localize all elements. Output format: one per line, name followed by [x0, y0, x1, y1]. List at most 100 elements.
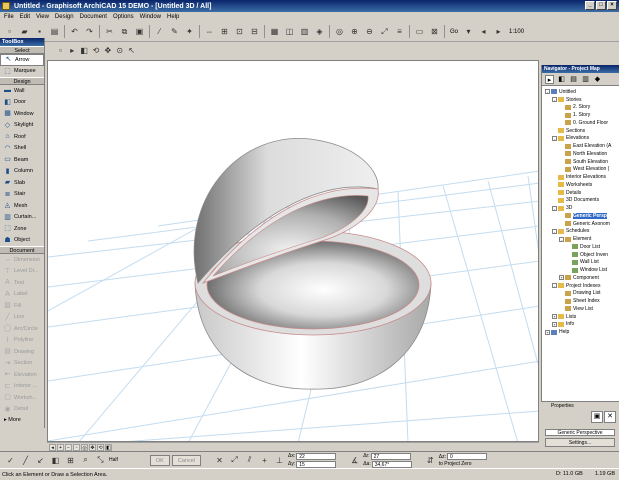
- menu-design[interactable]: Design: [52, 14, 77, 20]
- tree-item[interactable]: + Lists: [542, 313, 619, 321]
- tool-text[interactable]: A Text: [0, 277, 44, 289]
- tool-stair[interactable]: ≣ Stair: [0, 189, 44, 201]
- fit-in-window-icon[interactable]: ⤢: [378, 25, 391, 38]
- tool-curtain-wall[interactable]: ▥ Curtain...: [0, 212, 44, 224]
- tree-item[interactable]: South Elevation: [542, 158, 619, 166]
- properties-header[interactable]: Properties: [541, 401, 619, 409]
- collapse-icon[interactable]: -: [552, 283, 557, 289]
- project-map-tab-icon[interactable]: ▸: [545, 74, 554, 84]
- teamwork-icon[interactable]: ⊠: [428, 25, 441, 38]
- menu-file[interactable]: File: [1, 14, 17, 20]
- tree-item[interactable]: View List: [542, 305, 619, 313]
- tree-item[interactable]: - Project Indexes: [542, 282, 619, 290]
- tree-item[interactable]: 2. Story: [542, 104, 619, 112]
- tool-arc[interactable]: ◯ Arc/Circle: [0, 323, 44, 335]
- tool-fill[interactable]: ▧ Fill: [0, 300, 44, 312]
- cut-icon[interactable]: ✂: [103, 25, 116, 38]
- paste-icon[interactable]: ▣: [133, 25, 146, 38]
- tool-label[interactable]: A Label: [0, 289, 44, 301]
- new-icon[interactable]: ▫: [3, 25, 16, 38]
- tree-item[interactable]: 3D Documents: [542, 197, 619, 205]
- z-reference[interactable]: to Project Zero: [439, 461, 472, 467]
- toolbox-section-document[interactable]: Document: [0, 246, 44, 254]
- settings-button[interactable]: Settings...: [545, 438, 615, 447]
- syringe-icon[interactable]: ✎: [168, 25, 181, 38]
- menu-view[interactable]: View: [33, 14, 52, 20]
- tree-item[interactable]: 1. Story: [542, 111, 619, 119]
- tool-elevation[interactable]: ⇤ Elevation: [0, 369, 44, 381]
- relative-constraint-icon[interactable]: ⤢: [228, 454, 241, 467]
- tree-item[interactable]: Generic Persp: [542, 212, 619, 220]
- tree-item[interactable]: East Elevation (A: [542, 142, 619, 150]
- menu-options[interactable]: Options: [110, 14, 137, 20]
- dy-field[interactable]: 15: [296, 460, 337, 468]
- tree-item[interactable]: - Element: [542, 235, 619, 243]
- 3d-scene[interactable]: [48, 61, 539, 442]
- undo-zoom-icon[interactable]: ◂: [49, 443, 56, 451]
- tree-item[interactable]: Wall List: [542, 259, 619, 267]
- trim-icon[interactable]: ⊡: [233, 25, 246, 38]
- tree-item[interactable]: North Elevation: [542, 150, 619, 158]
- collapse-icon[interactable]: -: [552, 97, 557, 103]
- tool-marquee[interactable]: ⬚ Marquee: [0, 66, 44, 78]
- tool-door[interactable]: ◧ Door: [0, 97, 44, 109]
- maximize-button[interactable]: □: [596, 1, 606, 10]
- expand-icon[interactable]: +: [559, 275, 564, 281]
- half-label[interactable]: Half: [109, 457, 118, 463]
- tree-item[interactable]: - Elevations: [542, 135, 619, 143]
- magnet-icon[interactable]: ◧: [49, 454, 62, 467]
- pan-small-icon[interactable]: ✥: [89, 443, 96, 451]
- tree-item[interactable]: Door List: [542, 243, 619, 251]
- tool-detail[interactable]: ◉ Detail: [0, 404, 44, 416]
- view-map-tab-icon[interactable]: ◧: [557, 75, 566, 84]
- magic-wand-icon[interactable]: ✦: [183, 25, 196, 38]
- navigate-back-icon[interactable]: ◂: [477, 25, 490, 38]
- tree-item[interactable]: 0. Ground Floor: [542, 119, 619, 127]
- expand-icon[interactable]: +: [552, 321, 557, 327]
- tool-arrow[interactable]: ↖ Arrow: [0, 54, 44, 66]
- collapse-icon[interactable]: -: [552, 228, 557, 234]
- magnifier-icon[interactable]: ⌕: [79, 454, 92, 467]
- collapse-icon[interactable]: -: [559, 236, 564, 242]
- close-x-icon[interactable]: ✕: [213, 454, 226, 467]
- snap-icon[interactable]: ↙: [34, 454, 47, 467]
- rotate-icon[interactable]: ⟲: [91, 44, 102, 57]
- organizer-tab-icon[interactable]: ◆: [593, 75, 602, 84]
- tree-item[interactable]: + Help: [542, 328, 619, 336]
- camera-small-icon[interactable]: ◧: [105, 443, 112, 451]
- layout-book-tab-icon[interactable]: ▤: [569, 75, 578, 84]
- parallel-icon[interactable]: ⫽: [243, 454, 256, 467]
- section-view-icon[interactable]: ◫: [283, 25, 296, 38]
- tool-worksheet[interactable]: ▢ Worksh...: [0, 392, 44, 404]
- delete-view-icon[interactable]: ✕: [604, 411, 616, 423]
- tree-item[interactable]: Details: [542, 189, 619, 197]
- tree-item[interactable]: - 3D: [542, 204, 619, 212]
- copy-icon[interactable]: ⧉: [118, 25, 131, 38]
- tool-level-dimension[interactable]: ⊤ Level Di...: [0, 266, 44, 278]
- tree-item[interactable]: Worksheets: [542, 181, 619, 189]
- zoom-out-small-icon[interactable]: −: [65, 443, 72, 451]
- 3d-view-icon[interactable]: ◈: [313, 25, 326, 38]
- zoom-in-small-icon[interactable]: +: [57, 443, 64, 451]
- minimize-button[interactable]: _: [585, 1, 595, 10]
- collapse-icon[interactable]: -: [545, 89, 550, 95]
- orbit-small-icon[interactable]: ◎: [81, 443, 88, 451]
- tool-interior-elevation[interactable]: ⊏ Interior ...: [0, 381, 44, 393]
- tree-item[interactable]: Interior Elevations: [542, 173, 619, 181]
- tool-object[interactable]: ☗ Object: [0, 235, 44, 247]
- tool-wall[interactable]: ▬ Wall: [0, 85, 44, 97]
- elevation-view-icon[interactable]: ▥: [298, 25, 311, 38]
- cursor-snap-icon[interactable]: ⤡: [94, 454, 107, 467]
- 3d-window-icon[interactable]: ▫: [55, 44, 66, 57]
- floor-plan-icon[interactable]: ▦: [268, 25, 281, 38]
- 3d-viewport[interactable]: [47, 60, 539, 442]
- toolbox-more[interactable]: ▸ More: [0, 415, 44, 425]
- tool-drawing[interactable]: ▤ Drawing: [0, 346, 44, 358]
- navigate-forward-icon[interactable]: ▸: [492, 25, 505, 38]
- tool-skylight[interactable]: ◇ Skylight: [0, 120, 44, 132]
- menu-help[interactable]: Help: [164, 14, 182, 20]
- camera-icon[interactable]: ◧: [79, 44, 90, 57]
- tree-item[interactable]: Sections: [542, 127, 619, 135]
- tool-section[interactable]: ⇥ Section: [0, 358, 44, 370]
- guide-line-icon[interactable]: ╱: [19, 454, 32, 467]
